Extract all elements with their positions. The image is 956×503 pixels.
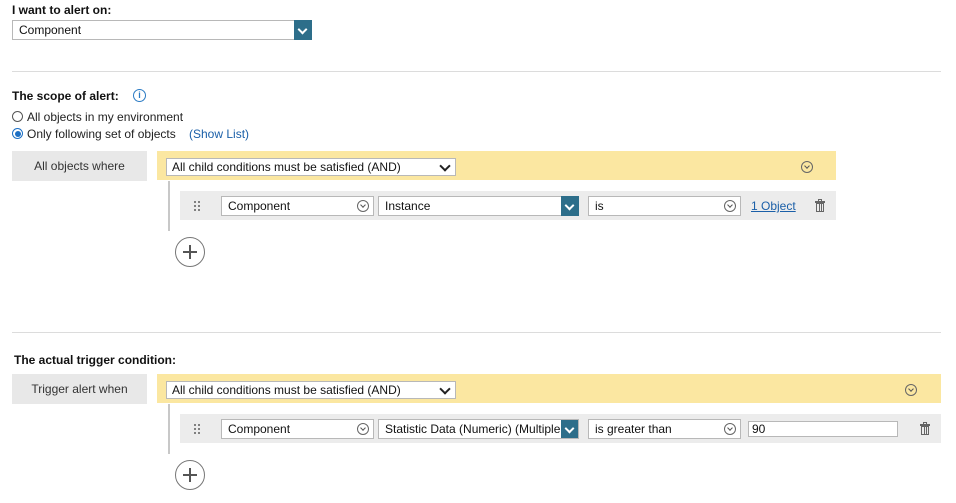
chevron-down-icon: [439, 383, 451, 395]
chevron-down-icon: [439, 160, 451, 172]
scope-cond-field2-value: Instance: [385, 199, 431, 213]
collapse-chevron-icon[interactable]: [801, 161, 813, 173]
add-condition-button[interactable]: [175, 460, 205, 490]
trigger-operator-select[interactable]: All child conditions must be satisfied (…: [166, 381, 456, 399]
trigger-operator-value: All child conditions must be satisfied (…: [172, 383, 401, 397]
radio-following-set-label: Only following set of objects: [27, 127, 176, 141]
show-list-link[interactable]: (Show List): [189, 127, 249, 141]
collapse-chevron-icon[interactable]: [905, 384, 917, 396]
tree-line: [168, 404, 170, 454]
drag-handle-icon[interactable]: [193, 423, 201, 435]
chevron-down-icon: [357, 423, 369, 435]
chevron-down-icon[interactable]: [294, 20, 312, 40]
scope-label: The scope of alert:: [12, 89, 119, 103]
chevron-down-icon[interactable]: [561, 420, 578, 438]
radio-all-objects-label: All objects in my environment: [27, 110, 184, 124]
trigger-cond-field3[interactable]: is greater than: [588, 419, 741, 439]
trigger-cond-field1[interactable]: Component: [221, 419, 374, 439]
scope-operator-value: All child conditions must be satisfied (…: [172, 160, 401, 174]
trigger-group-label: Trigger alert when: [12, 374, 147, 404]
trigger-cond-field2[interactable]: Statistic Data (Numeric) (Multiple: [378, 419, 579, 439]
info-icon[interactable]: i: [133, 89, 146, 102]
chevron-down-icon[interactable]: [561, 196, 579, 216]
chevron-down-icon: [724, 200, 736, 212]
scope-value-link[interactable]: 1 Object: [751, 199, 796, 213]
radio-all-objects[interactable]: [12, 111, 23, 122]
scope-cond-field3-value: is: [595, 199, 604, 213]
chevron-down-icon: [724, 423, 736, 435]
alert-on-label: I want to alert on:: [12, 3, 112, 17]
scope-operator-select[interactable]: All child conditions must be satisfied (…: [166, 158, 456, 176]
scope-group-label: All objects where: [12, 151, 147, 181]
scope-cond-field3[interactable]: is: [588, 196, 741, 216]
scope-cond-field1-value: Component: [228, 199, 291, 213]
section-divider: [12, 71, 941, 72]
chevron-down-icon: [357, 200, 369, 212]
trash-icon[interactable]: [920, 422, 930, 435]
scope-cond-field1[interactable]: Component: [221, 196, 374, 216]
trigger-label: The actual trigger condition:: [14, 353, 177, 367]
section-divider: [12, 332, 941, 333]
trigger-cond-field1-value: Component: [228, 422, 291, 436]
trigger-value-input[interactable]: [748, 421, 898, 437]
alert-on-select[interactable]: Component: [12, 20, 312, 40]
trigger-cond-field2-value: Statistic Data (Numeric) (Multiple: [385, 422, 561, 436]
add-condition-button[interactable]: [175, 237, 205, 267]
drag-handle-icon[interactable]: [193, 200, 201, 212]
tree-line: [168, 181, 170, 231]
radio-following-set[interactable]: [12, 128, 23, 139]
alert-on-value: Component: [19, 23, 82, 37]
trigger-cond-field3-value: is greater than: [595, 422, 672, 436]
scope-cond-field2[interactable]: Instance: [378, 196, 579, 216]
trash-icon[interactable]: [815, 199, 825, 212]
